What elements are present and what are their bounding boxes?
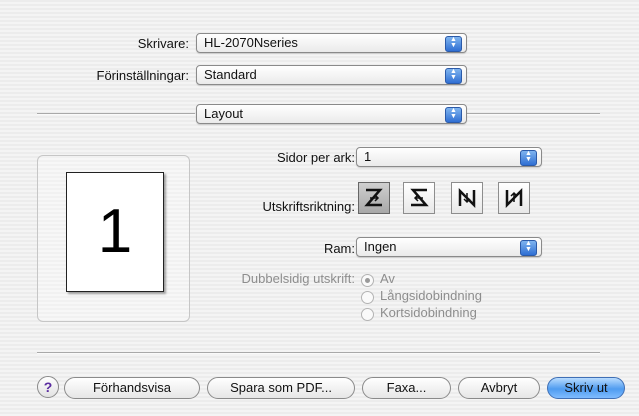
orientation-reverse-z-button[interactable] — [403, 182, 435, 214]
printer-value: HL-2070Nseries — [204, 35, 298, 50]
printer-label: Skrivare: — [137, 36, 189, 51]
popup-arrows-icon: ▲ ▼ — [445, 36, 462, 52]
cancel-button[interactable]: Avbryt — [458, 377, 540, 399]
orientation-n-button[interactable] — [451, 182, 483, 214]
duplex-short-edge-radio[interactable] — [361, 308, 374, 321]
panel-popup[interactable]: Layout ▲ ▼ — [196, 104, 467, 124]
orientation-label: Utskriftsriktning: — [262, 199, 355, 214]
border-value: Ingen — [364, 239, 397, 254]
popup-arrows-icon: ▲ ▼ — [445, 68, 462, 84]
popup-arrows-icon: ▲ ▼ — [520, 240, 537, 256]
pages-per-sheet-label: Sidor per ark: — [276, 150, 355, 165]
presets-popup[interactable]: Standard ▲ ▼ — [196, 65, 467, 85]
duplex-long-edge-label: Långsidobindning — [380, 288, 482, 303]
duplex-short-edge-label: Kortsidobindning — [380, 305, 477, 320]
popup-arrows-icon: ▲ ▼ — [520, 150, 537, 166]
pages-per-sheet-value: 1 — [364, 149, 372, 164]
orientation-reverse-z-icon — [410, 188, 429, 207]
orientation-z-icon — [364, 188, 383, 207]
separator-top-right — [467, 113, 600, 115]
presets-value: Standard — [204, 67, 257, 82]
orientation-reverse-n-icon — [505, 187, 523, 209]
duplex-off-radio[interactable] — [361, 274, 374, 287]
help-button[interactable]: ? — [37, 376, 59, 398]
preview-button[interactable]: Förhandsvisa — [64, 377, 200, 399]
separator-bottom — [37, 352, 600, 354]
panel-value: Layout — [204, 106, 244, 121]
duplex-long-edge-radio[interactable] — [361, 291, 374, 304]
save-pdf-button[interactable]: Spara som PDF... — [207, 377, 355, 399]
fax-button[interactable]: Faxa... — [362, 377, 451, 399]
presets-label: Förinställningar: — [96, 68, 190, 83]
separator-top-left — [37, 113, 195, 115]
orientation-reverse-n-button[interactable] — [498, 182, 530, 214]
print-button[interactable]: Skriv ut — [547, 377, 625, 399]
printer-popup[interactable]: HL-2070Nseries ▲ ▼ — [196, 33, 467, 53]
duplex-off-label: Av — [380, 271, 395, 286]
preview-page: 1 — [66, 172, 164, 292]
border-popup[interactable]: Ingen ▲ ▼ — [356, 237, 542, 257]
popup-arrows-icon: ▲ ▼ — [445, 107, 462, 123]
duplex-label: Dubbelsidig utskrift: — [241, 271, 355, 286]
pages-per-sheet-popup[interactable]: 1 ▲ ▼ — [356, 147, 542, 167]
border-label: Ram: — [323, 241, 355, 256]
orientation-z-button[interactable] — [358, 182, 390, 214]
orientation-n-icon — [458, 187, 476, 209]
